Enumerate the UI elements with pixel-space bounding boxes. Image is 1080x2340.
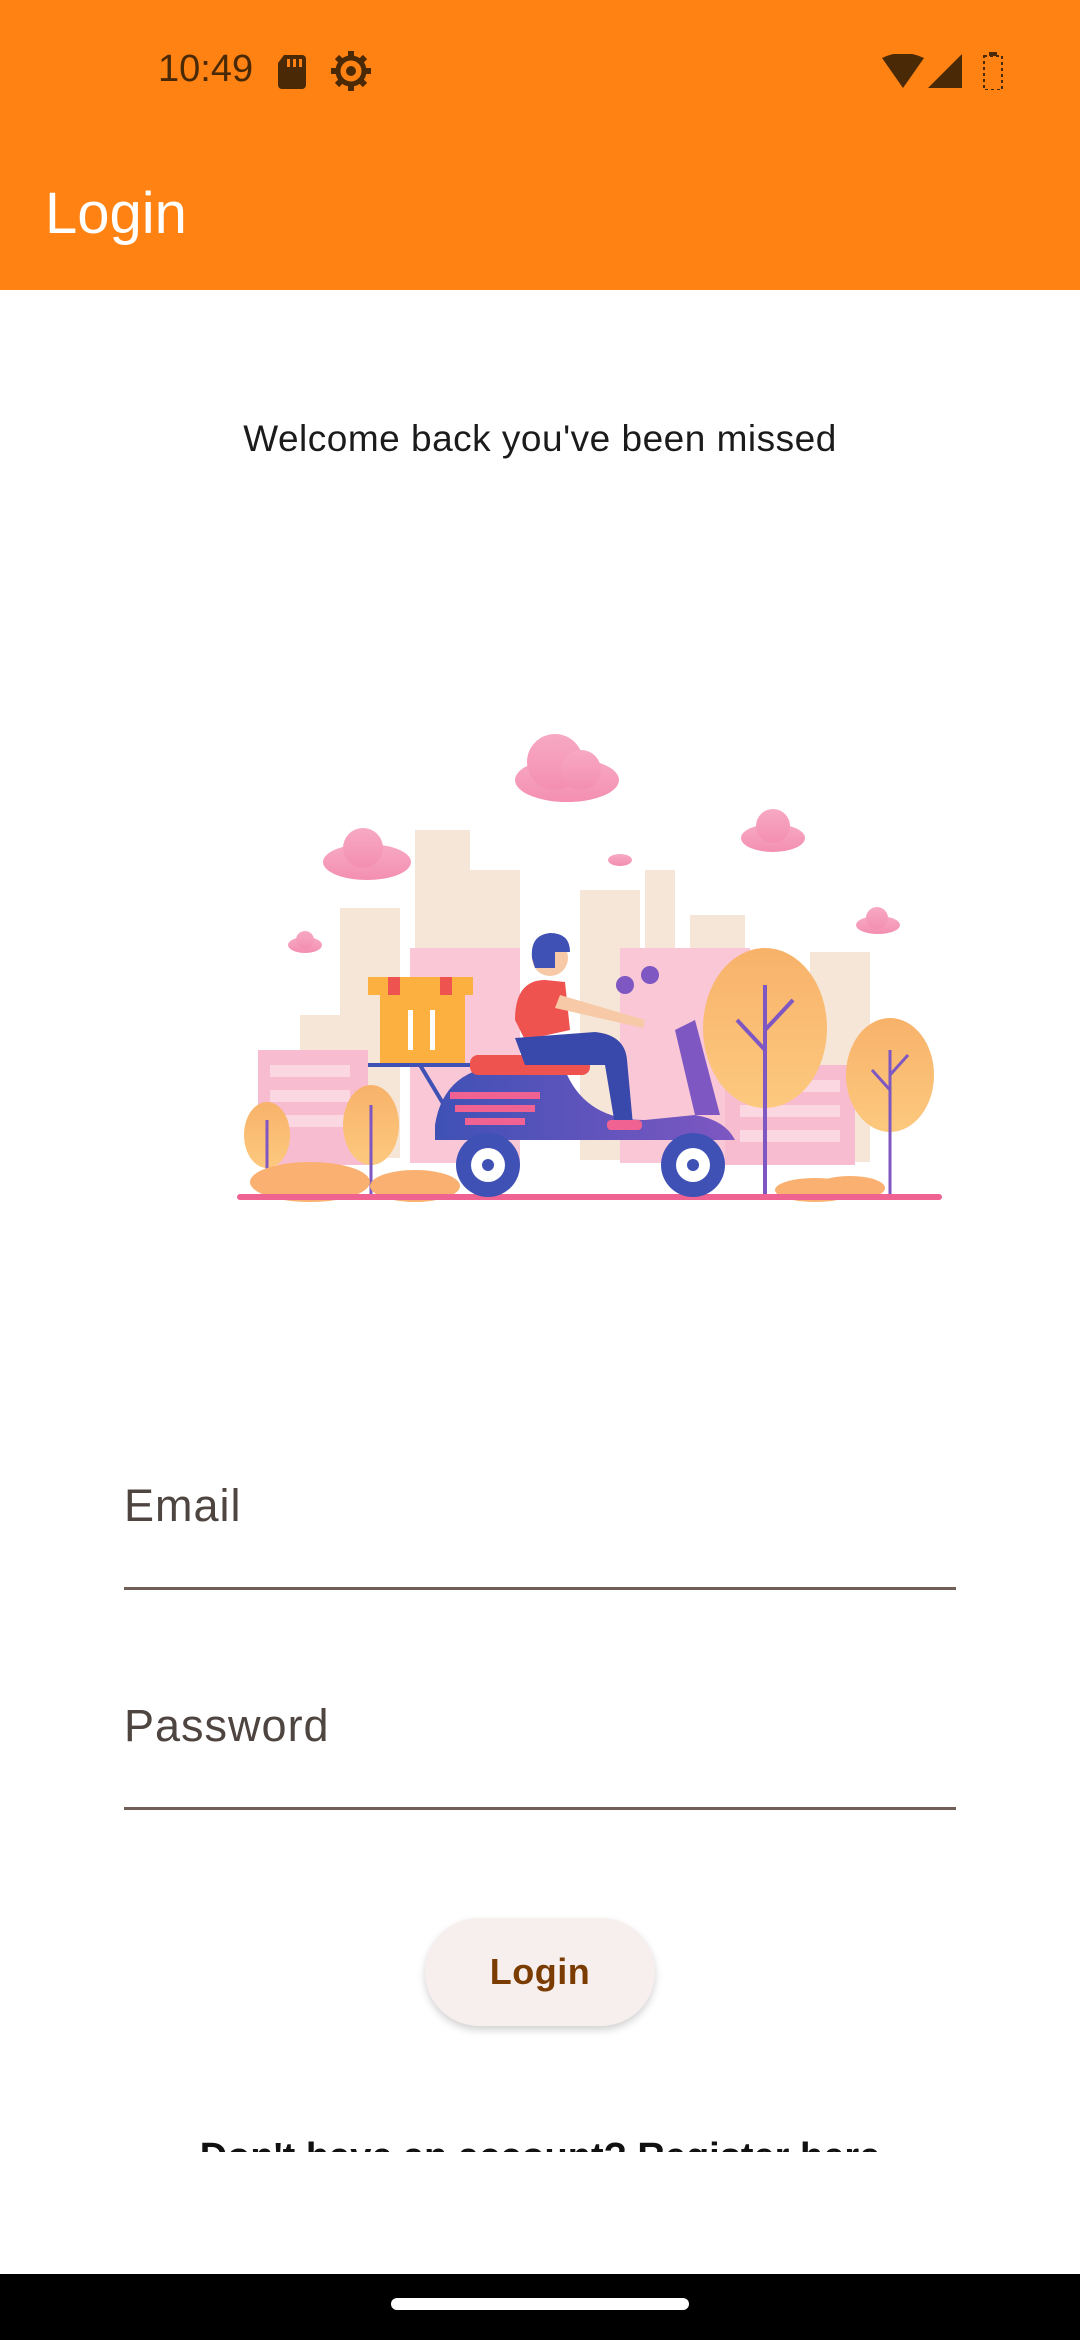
home-indicator[interactable] [391, 2298, 689, 2310]
app-bar: Login [0, 143, 1080, 290]
page-title: Login [45, 181, 187, 246]
settings-gear-icon [330, 50, 372, 97]
status-time: 10:49 [158, 48, 254, 90]
status-bar: 10:49 [0, 0, 1080, 143]
wifi-icon [882, 53, 924, 93]
sd-card-icon [276, 53, 308, 94]
battery-icon [982, 52, 1004, 95]
login-button[interactable]: Login [425, 1918, 655, 2026]
register-link[interactable]: Don't have an account? Register here [0, 2136, 1080, 2152]
password-field[interactable]: Password [124, 1700, 956, 1810]
register-link-container: Don't have an account? Register here [0, 2130, 1080, 2152]
food-delivery-illustration [225, 720, 955, 1210]
email-field[interactable]: Email [124, 1480, 956, 1590]
navigation-bar [0, 2274, 1080, 2340]
welcome-text: Welcome back you've been missed [243, 418, 837, 459]
cell-signal-icon [928, 54, 962, 93]
password-label: Password [124, 1700, 330, 1751]
email-label: Email [124, 1480, 242, 1531]
